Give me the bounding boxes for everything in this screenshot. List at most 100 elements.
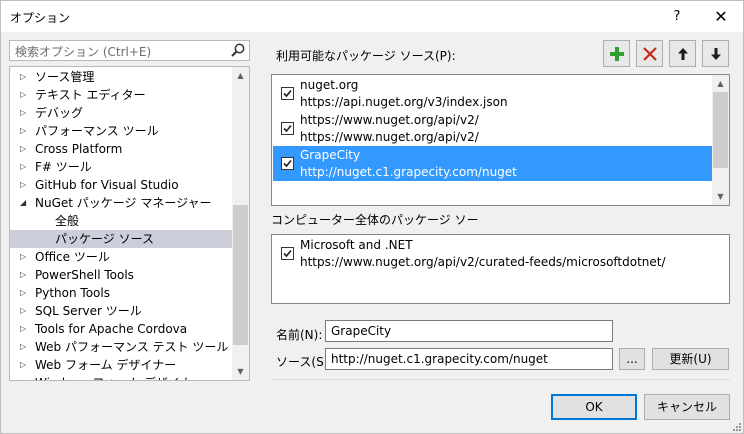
source-url: https://api.nuget.org/v3/index.json [300, 95, 508, 109]
expanded-arrow-icon[interactable]: ◢ [20, 194, 26, 212]
source-label: ソース(S): [276, 355, 333, 369]
machine-sources-label: コンピューター全体のパッケージ ソー [271, 213, 479, 227]
collapsed-arrow-icon[interactable]: ▷ [20, 176, 26, 194]
collapsed-arrow-icon[interactable]: ▷ [20, 320, 26, 338]
machine-sources-list: Microsoft and .NET https://www.nuget.org/… [271, 234, 730, 304]
tree-item-label: Web パフォーマンス テスト ツール [35, 340, 229, 354]
arrow-down-icon [710, 47, 721, 60]
enabled-checkbox[interactable] [281, 122, 294, 135]
collapsed-arrow-icon[interactable]: ▷ [20, 122, 26, 140]
source-name: nuget.org [300, 78, 359, 92]
cancel-button[interactable]: キャンセル [644, 394, 730, 420]
collapsed-arrow-icon[interactable]: ▷ [20, 338, 26, 356]
source-list-item[interactable]: https://www.nuget.org/api/v2/https://www… [273, 111, 712, 146]
enabled-checkbox[interactable] [281, 247, 294, 260]
tree-item-label: デバッグ [35, 106, 84, 120]
tree-item-label: Tools for Apache Cordova [35, 322, 188, 336]
resize-grip-icon[interactable] [731, 421, 741, 431]
enabled-checkbox[interactable] [281, 87, 294, 100]
scrollbar-thumb[interactable] [713, 92, 728, 168]
tree-item[interactable]: ▷ Windows フォーム デザイナー [10, 374, 232, 380]
remove-icon [642, 46, 657, 61]
tree-item[interactable]: ▷ パフォーマンス ツール [10, 122, 232, 140]
search-placeholder: 検索オプション (Ctrl+E) [15, 45, 152, 59]
arrow-up-icon [677, 47, 688, 60]
title-bar: オプション ? ✕ [1, 1, 743, 32]
tree-item[interactable]: 全般 [10, 212, 232, 230]
package-sources-list: nuget.org https://api.nuget.org/v3/index.… [271, 74, 730, 206]
browse-button[interactable]: ... [619, 348, 645, 370]
collapsed-arrow-icon[interactable]: ▷ [20, 248, 26, 266]
collapsed-arrow-icon[interactable]: ▷ [20, 158, 26, 176]
add-icon [609, 46, 624, 61]
tree-item[interactable]: ▷ Office ツール [10, 248, 232, 266]
ok-button[interactable]: OK [551, 394, 637, 420]
search-input[interactable]: 検索オプション (Ctrl+E) [9, 40, 250, 61]
tree-item-label: Windows フォーム デザイナー [35, 374, 204, 380]
tree-item[interactable]: ▷ ソース管理 [10, 68, 232, 86]
close-button[interactable]: ✕ [707, 1, 735, 32]
tree-item[interactable]: ▷ Tools for Apache Cordova [10, 320, 232, 338]
divider [271, 379, 730, 380]
source-url: http://nuget.c1.grapecity.com/nuget [300, 165, 517, 179]
source-url-field[interactable]: http://nuget.c1.grapecity.com/nuget [325, 348, 613, 370]
tree-item[interactable]: ▷ デバッグ [10, 104, 232, 122]
tree-item[interactable]: ◢ NuGet パッケージ マネージャー [10, 194, 232, 212]
enabled-checkbox[interactable] [281, 157, 294, 170]
package-sources-label: 利用可能なパッケージ ソース(P): [276, 49, 456, 63]
update-button[interactable]: 更新(U) [652, 348, 729, 370]
source-name: https://www.nuget.org/api/v2/ [300, 113, 479, 127]
tree-item[interactable]: ▷ GitHub for Visual Studio [10, 176, 232, 194]
tree-item[interactable]: ▷ Web パフォーマンス テスト ツール [10, 338, 232, 356]
add-source-button[interactable] [603, 40, 630, 67]
tree-item-label: NuGet パッケージ マネージャー [35, 196, 212, 210]
name-field[interactable]: GrapeCity [325, 320, 613, 342]
tree-item[interactable]: ▷ Cross Platform [10, 140, 232, 158]
move-up-button[interactable] [669, 40, 696, 67]
collapsed-arrow-icon[interactable]: ▷ [20, 374, 26, 380]
collapsed-arrow-icon[interactable]: ▷ [20, 302, 26, 320]
options-dialog: オプション ? ✕ 検索オプション (Ctrl+E) ▷ ソース管理 ▷ テキスト エ… [0, 0, 744, 434]
tree-item[interactable]: ▷ テキスト エディター [10, 86, 232, 104]
collapsed-arrow-icon[interactable]: ▷ [20, 68, 26, 86]
source-name: GrapeCity [300, 148, 361, 162]
window-title: オプション [10, 11, 71, 25]
tree-item-label: F# ツール [35, 160, 92, 174]
tree-item[interactable]: ▷ SQL Server ツール [10, 302, 232, 320]
collapsed-arrow-icon[interactable]: ▷ [20, 140, 26, 158]
tree-item-label: パフォーマンス ツール [35, 124, 159, 138]
tree-item[interactable]: ▷ F# ツール [10, 158, 232, 176]
collapsed-arrow-icon[interactable]: ▷ [20, 104, 26, 122]
move-down-button[interactable] [702, 40, 729, 67]
tree-item-label: Office ツール [35, 250, 110, 264]
collapsed-arrow-icon[interactable]: ▷ [20, 356, 26, 374]
tree-scrollbar[interactable]: ▲ ▼ [232, 67, 249, 380]
scroll-down-icon[interactable]: ▼ [232, 363, 249, 380]
remove-source-button[interactable] [636, 40, 663, 67]
tree-item[interactable]: パッケージ ソース [10, 230, 232, 248]
tree-item-label: PowerShell Tools [35, 268, 134, 282]
sources-scrollbar[interactable]: ▲ ▼ [712, 75, 729, 205]
source-url: https://www.nuget.org/api/v2/curated-fee… [300, 255, 666, 269]
source-list-item[interactable]: Microsoft and .NET https://www.nuget.org/… [273, 236, 712, 271]
tree-item-label: 全般 [55, 214, 80, 228]
scroll-up-icon[interactable]: ▲ [712, 75, 729, 92]
tree-item-label: Web フォーム デザイナー [35, 358, 177, 372]
options-tree: ▷ ソース管理 ▷ テキスト エディター ▷ デバッグ ▷ パフォーマンス ツール ▷ Cross… [9, 66, 250, 381]
source-list-item[interactable]: GrapeCity http://nuget.c1.grapecity.com/n… [273, 146, 712, 181]
source-name: Microsoft and .NET [300, 238, 413, 252]
collapsed-arrow-icon[interactable]: ▷ [20, 266, 26, 284]
tree-item[interactable]: ▷ Web フォーム デザイナー [10, 356, 232, 374]
collapsed-arrow-icon[interactable]: ▷ [20, 86, 26, 104]
tree-item[interactable]: ▷ PowerShell Tools [10, 266, 232, 284]
scrollbar-thumb[interactable] [233, 205, 248, 345]
tree-item-label: テキスト エディター [35, 88, 146, 102]
tree-item[interactable]: ▷ Python Tools [10, 284, 232, 302]
scroll-up-icon[interactable]: ▲ [232, 67, 249, 84]
help-button[interactable]: ? [665, 1, 689, 32]
source-list-item[interactable]: nuget.org https://api.nuget.org/v3/index.… [273, 76, 712, 111]
collapsed-arrow-icon[interactable]: ▷ [20, 284, 26, 302]
scroll-down-icon[interactable]: ▼ [712, 188, 729, 205]
tree-item-label: SQL Server ツール [35, 304, 142, 318]
tree-item-label: ソース管理 [35, 70, 95, 84]
